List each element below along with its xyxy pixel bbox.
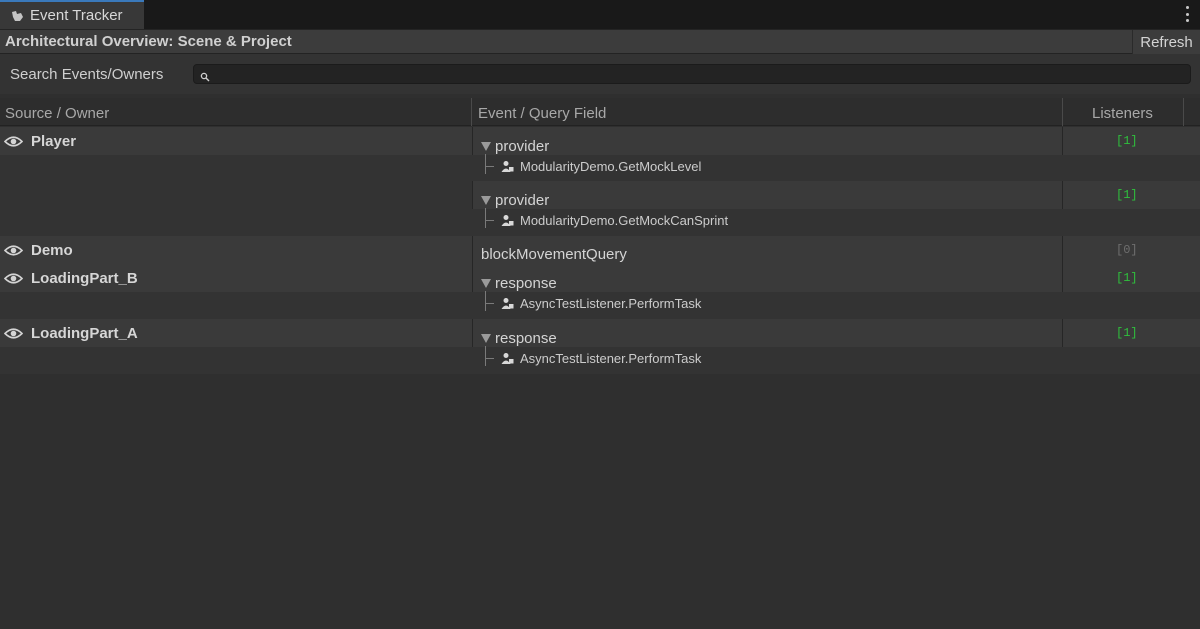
search-input[interactable] (214, 65, 1184, 83)
script-component-icon (501, 353, 514, 364)
listener-entry[interactable]: ModularityDemo.GetMockLevel (501, 159, 701, 174)
listener-count: [0] (1116, 243, 1138, 257)
listener-name: AsyncTestListener.PerformTask (520, 296, 702, 311)
script-component-icon (501, 215, 514, 226)
listener-count: [1] (1116, 271, 1138, 285)
listener-count: [1] (1116, 134, 1138, 148)
field-name: provider (495, 192, 550, 209)
owner-cell: LoadingPart_A (3, 325, 138, 342)
owner-name[interactable]: Demo (31, 242, 73, 259)
event-field[interactable]: provider (481, 138, 549, 155)
listener-name: ModularityDemo.GetMockLevel (520, 159, 702, 174)
listener-entry[interactable]: AsyncTestListener.PerformTask (501, 351, 701, 366)
script-component-icon (501, 161, 514, 172)
column-divider[interactable] (471, 98, 472, 126)
eye-icon[interactable] (3, 272, 24, 285)
table-row[interactable]: Player provider ModularityDemo.GetMockLe… (0, 127, 1200, 236)
field-name: provider (495, 138, 550, 155)
column-divider[interactable] (1183, 98, 1184, 126)
listener-count: [1] (1116, 326, 1138, 340)
table-row[interactable]: LoadingPart_B response AsyncTestListener… (0, 264, 1200, 319)
kebab-menu-icon[interactable] (1184, 6, 1190, 22)
event-field[interactable]: response (481, 275, 557, 292)
eye-icon[interactable] (3, 135, 24, 148)
table-header: Source / Owner Event / Query Field Liste… (0, 98, 1200, 126)
field-name: blockMovementQuery (481, 246, 627, 263)
search-label: Search Events/Owners (10, 66, 164, 83)
column-header-owner[interactable]: Source / Owner (5, 105, 109, 122)
owner-name[interactable]: LoadingPart_A (31, 325, 138, 342)
toolbar: Architectural Overview: Scene & Project … (0, 29, 1200, 54)
event-field[interactable]: provider (481, 192, 549, 209)
eye-icon[interactable] (3, 244, 24, 257)
expand-triangle-icon[interactable] (481, 279, 491, 288)
column-header-field[interactable]: Event / Query Field (478, 105, 606, 122)
listener-count: [1] (1116, 188, 1138, 202)
tab-strip: Event Tracker (0, 0, 1200, 29)
eye-icon[interactable] (3, 327, 24, 340)
refresh-button[interactable]: Refresh (1132, 30, 1200, 54)
page-title: Architectural Overview: Scene & Project (5, 33, 292, 50)
column-divider[interactable] (1062, 98, 1063, 126)
owner-name[interactable]: Player (31, 133, 76, 150)
listener-name: ModularityDemo.GetMockCanSprint (520, 213, 729, 228)
tracker-hand-icon (10, 9, 24, 23)
table-row[interactable]: Demo blockMovementQuery [0] (0, 236, 1200, 264)
tab-event-tracker[interactable]: Event Tracker (0, 0, 144, 29)
owner-cell: LoadingPart_B (3, 270, 138, 287)
expand-triangle-icon[interactable] (481, 196, 491, 205)
table-row[interactable]: LoadingPart_A response AsyncTestListener… (0, 319, 1200, 374)
owner-name[interactable]: LoadingPart_B (31, 270, 138, 287)
event-field[interactable]: blockMovementQuery (481, 246, 627, 263)
event-field[interactable]: response (481, 330, 557, 347)
expand-triangle-icon[interactable] (481, 334, 491, 343)
owner-cell: Player (3, 133, 76, 150)
listener-entry[interactable]: AsyncTestListener.PerformTask (501, 296, 701, 311)
search-row: Search Events/Owners (0, 54, 1200, 94)
owner-cell: Demo (3, 242, 73, 259)
listener-entry[interactable]: ModularityDemo.GetMockCanSprint (501, 213, 728, 228)
listener-name: AsyncTestListener.PerformTask (520, 351, 702, 366)
search-field[interactable] (193, 64, 1191, 84)
column-header-listeners[interactable]: Listeners (1092, 105, 1153, 122)
field-name: response (495, 330, 557, 347)
tab-title: Event Tracker (30, 7, 123, 24)
expand-triangle-icon[interactable] (481, 142, 491, 151)
search-icon (200, 69, 210, 82)
script-component-icon (501, 298, 514, 309)
field-name: response (495, 275, 557, 292)
